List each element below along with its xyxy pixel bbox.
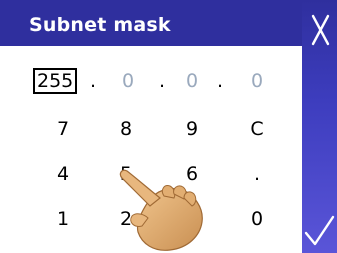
key-2[interactable]: 2 [101,204,151,234]
octet-separator: . [159,70,166,92]
key-9[interactable]: 9 [167,114,217,144]
octet-separator: . [90,70,97,92]
close-icon [311,14,330,46]
key-8[interactable]: 8 [101,114,151,144]
key-3[interactable]: 3 [167,204,217,234]
octet-3[interactable]: 0 [186,69,198,93]
octet-2[interactable]: 0 [122,69,134,93]
title-bar: Subnet mask [0,0,302,46]
key-dot[interactable]: . [232,159,282,189]
key-clear[interactable]: C [232,114,282,144]
checkmark-icon [304,215,335,246]
confirm-button[interactable] [302,205,337,253]
action-sidebar [302,0,337,253]
close-button[interactable] [302,0,337,60]
key-4[interactable]: 4 [38,159,88,189]
page-title: Subnet mask [29,14,171,36]
key-6[interactable]: 6 [167,159,217,189]
octet-separator: . [217,70,224,92]
ip-address-display: 255 . 0 . 0 . 0 [0,66,302,98]
octet-4[interactable]: 0 [251,69,263,93]
octet-1[interactable]: 255 [33,68,78,94]
key-0[interactable]: 0 [232,204,282,234]
key-7[interactable]: 7 [38,114,88,144]
key-1[interactable]: 1 [38,204,88,234]
key-5[interactable]: 5 [101,159,151,189]
